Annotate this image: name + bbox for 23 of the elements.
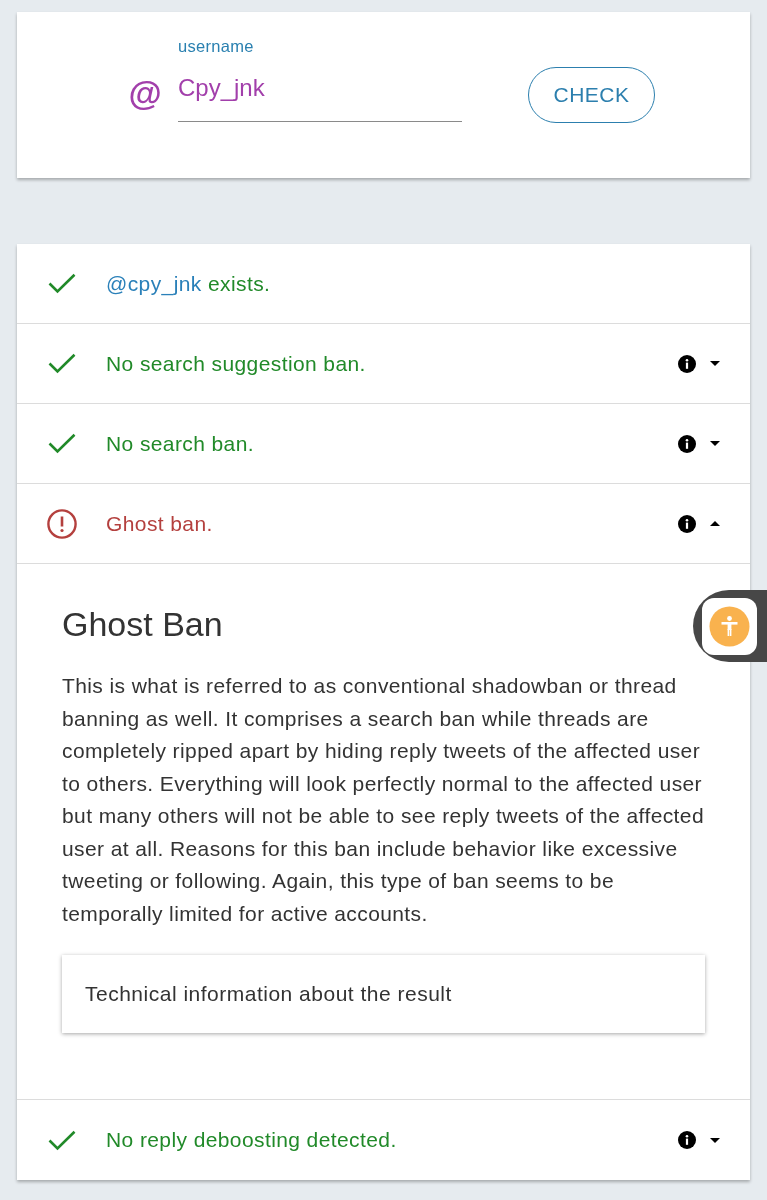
accessibility-button[interactable] — [693, 590, 767, 662]
caret-icon[interactable] — [710, 441, 720, 446]
detail-heading: Ghost Ban — [62, 604, 223, 644]
result-text: No search suggestion ban. — [106, 351, 366, 376]
caret-icon[interactable] — [710, 361, 720, 366]
result-text: No reply deboosting detected. — [106, 1128, 397, 1152]
result-text: Ghost ban. — [106, 511, 213, 536]
result-text: No search ban. — [106, 431, 255, 456]
info-icon[interactable] — [678, 354, 696, 373]
check-button[interactable]: CHECK — [528, 67, 655, 123]
result-text: @cpy_jnk exists. — [106, 271, 271, 296]
username-input[interactable]: Cpy_jnk — [178, 72, 462, 122]
technical-info-panel[interactable]: Technical information about the result — [62, 955, 705, 1033]
caret-icon[interactable] — [710, 1137, 720, 1143]
username-link[interactable]: @cpy_jnk — [106, 271, 202, 295]
info-icon[interactable] — [678, 1131, 696, 1149]
info-icon[interactable] — [678, 434, 696, 453]
detail-paragraph: This is what is referred to as conventional shadowban or thread banning as well. It comprises a search ban while threads are completely ripped apart by hiding reply tweets of the affected user to others. Everything will look perfectly normal to the affected user but many others will not be able to see reply tweets of the affected user at all. Reasons for this ban include behavior like excessive tweeting or following. Again, this type of ban seems to be temporally limited for active accounts. — [62, 673, 705, 927]
at-prefix: @ — [128, 73, 160, 113]
caret-icon[interactable] — [710, 521, 720, 526]
accessibility-icon — [702, 597, 757, 655]
info-icon[interactable] — [678, 514, 696, 533]
username-label: username — [178, 36, 254, 56]
